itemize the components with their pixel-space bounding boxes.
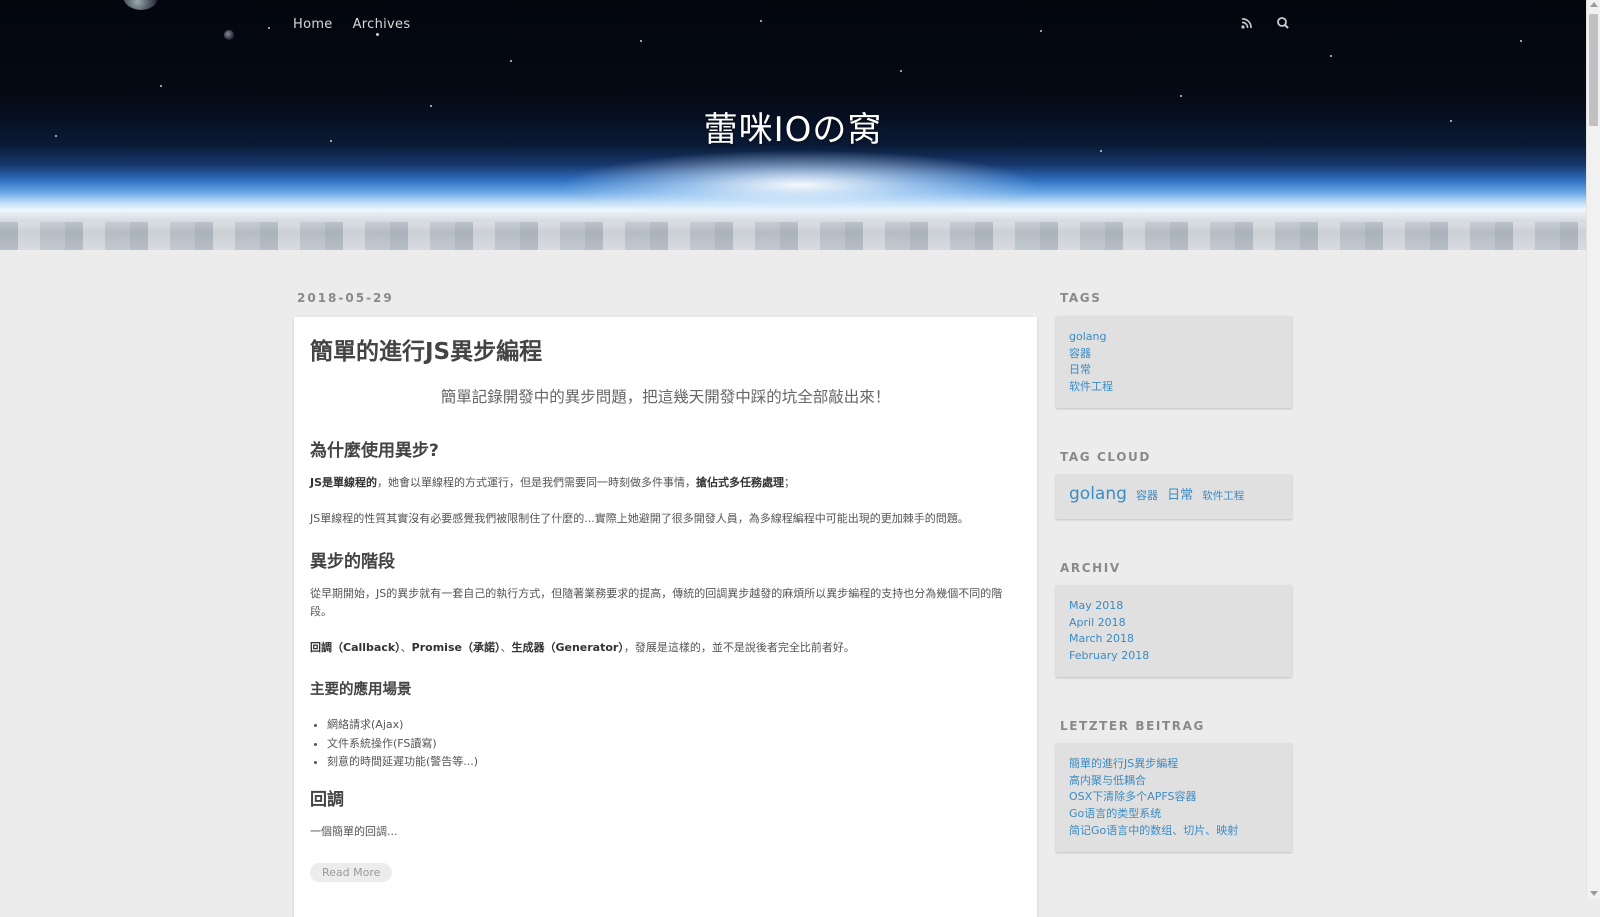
nav-home-link[interactable]: Home bbox=[293, 17, 333, 32]
tag-link[interactable]: 日常 bbox=[1069, 362, 1279, 379]
star bbox=[1520, 40, 1522, 42]
archive-link[interactable]: March 2018 bbox=[1069, 631, 1279, 648]
post-card: 簡單的進行JS異步編程 簡單記錄開發中的異步問題，把這幾天開發中踩的坑全部敲出來… bbox=[294, 317, 1037, 917]
tags-title: TAGS bbox=[1060, 291, 1102, 305]
star bbox=[1330, 55, 1332, 57]
paragraph: 回調（Callback）、Promise（承諾）、生成器（Generator），… bbox=[310, 639, 1020, 657]
star bbox=[376, 33, 379, 36]
search-icon[interactable] bbox=[1274, 14, 1292, 32]
recent-post-link[interactable]: 簡單的進行JS異步編程 bbox=[1069, 756, 1279, 773]
text: 、 bbox=[500, 641, 512, 654]
tag-link[interactable]: 容器 bbox=[1069, 346, 1279, 363]
tag-cloud-title: TAG CLOUD bbox=[1060, 450, 1151, 464]
paragraph: 一個簡單的回調... bbox=[310, 825, 398, 838]
star bbox=[510, 60, 512, 62]
recent-posts-title: LETZTER BEITRAG bbox=[1060, 719, 1205, 733]
bold-text: 生成器（Generator） bbox=[511, 641, 624, 654]
read-more-button[interactable]: Read More bbox=[310, 863, 393, 882]
header-banner: Home Archives 蕾咪IOの窝 bbox=[0, 0, 1586, 250]
tag-cloud-box: golang 容器 日常 软件工程 bbox=[1056, 474, 1292, 519]
star bbox=[760, 20, 762, 22]
section-heading: 主要的應用場景 bbox=[310, 682, 412, 698]
main-nav: Home Archives bbox=[293, 17, 410, 32]
bold-text: 搶佔式多任務處理 bbox=[696, 476, 785, 489]
nav-archives-link[interactable]: Archives bbox=[353, 17, 411, 32]
post-title[interactable]: 簡單的進行JS異步編程 bbox=[310, 332, 542, 366]
list-item: 文件系統操作(FS讀寫) bbox=[327, 735, 478, 754]
scroll-down-arrow-icon[interactable] bbox=[1590, 891, 1598, 896]
scrollbar[interactable] bbox=[1586, 0, 1600, 899]
tag-cloud-link[interactable]: 日常 bbox=[1167, 488, 1193, 505]
list-item: 刻意的時間延遲功能(警告等...) bbox=[327, 753, 478, 772]
rss-icon[interactable] bbox=[1238, 14, 1256, 32]
tag-cloud-link[interactable]: golang bbox=[1069, 486, 1127, 503]
nav-icons bbox=[1238, 14, 1292, 32]
scrollbar-thumb[interactable] bbox=[1589, 14, 1598, 126]
archive-link[interactable]: April 2018 bbox=[1069, 615, 1279, 632]
recent-post-link[interactable]: 简记Go语言中的数组、切片、映射 bbox=[1069, 823, 1279, 840]
paragraph: 從早期開始，JS的異步就有一套自己的執行方式，但隨著業務要求的提高，傳統的回調異… bbox=[310, 587, 1003, 618]
section-heading: 異步的階段 bbox=[310, 552, 395, 572]
section-heading: 回調 bbox=[310, 790, 344, 810]
moon-large bbox=[123, 0, 159, 10]
post-quote: 簡單記錄開發中的異步問題，把這幾天開發中踩的坑全部敲出來！ bbox=[440, 388, 891, 406]
earth-clouds bbox=[0, 222, 1586, 250]
bold-text: Promise（承諾） bbox=[411, 641, 501, 654]
tag-link[interactable]: 软件工程 bbox=[1069, 379, 1279, 396]
recent-post-link[interactable]: 高内聚与低耦合 bbox=[1069, 773, 1279, 790]
star bbox=[160, 85, 162, 87]
section-heading: 為什麼使用異步? bbox=[310, 441, 439, 461]
site-title[interactable]: 蕾咪IOの窝 bbox=[0, 102, 1586, 151]
archive-link[interactable]: February 2018 bbox=[1069, 648, 1279, 665]
paragraph: JS是單線程的，她會以單線程的方式運行，但是我們需要同一時刻做多件事情，搶佔式多… bbox=[310, 474, 1020, 492]
list-item: 網絡請求(Ajax) bbox=[327, 716, 478, 735]
scroll-up-arrow-icon[interactable] bbox=[1590, 2, 1598, 7]
tag-link[interactable]: golang bbox=[1069, 329, 1279, 346]
tag-cloud-link[interactable]: 容器 bbox=[1136, 488, 1158, 505]
text: ，發展是這樣的，並不是說後者完全比前者好。 bbox=[623, 641, 855, 654]
moon-small bbox=[224, 30, 234, 40]
recent-post-link[interactable]: OSX下清除多个APFS容器 bbox=[1069, 789, 1279, 806]
text: ； bbox=[784, 476, 796, 489]
tag-cloud-link[interactable]: 软件工程 bbox=[1202, 488, 1244, 505]
archive-title: ARCHIV bbox=[1060, 561, 1121, 575]
star bbox=[1040, 30, 1042, 32]
text: ，她會以單線程的方式運行，但是我們需要同一時刻做多件事情， bbox=[377, 476, 697, 489]
archive-box: May 2018 April 2018 March 2018 February … bbox=[1056, 585, 1292, 677]
star bbox=[900, 70, 902, 72]
tags-box: golang 容器 日常 软件工程 bbox=[1056, 316, 1292, 408]
star bbox=[640, 40, 642, 42]
bold-text: JS是單線程的 bbox=[310, 476, 378, 489]
post-date: 2018-05-29 bbox=[297, 291, 394, 305]
horizon-glow bbox=[560, 150, 1040, 220]
bold-text: 回調（Callback） bbox=[310, 641, 401, 654]
text: 、 bbox=[400, 641, 412, 654]
recent-posts-box: 簡單的進行JS異步編程 高内聚与低耦合 OSX下清除多个APFS容器 Go语言的… bbox=[1056, 743, 1292, 852]
star bbox=[268, 27, 270, 29]
recent-post-link[interactable]: Go语言的类型系统 bbox=[1069, 806, 1279, 823]
bullet-list: 網絡請求(Ajax) 文件系統操作(FS讀寫) 刻意的時間延遲功能(警告等...… bbox=[310, 716, 478, 772]
paragraph: JS單線程的性質其實沒有必要感覺我們被限制住了什麼的...實際上她避開了很多開發… bbox=[310, 512, 969, 525]
archive-link[interactable]: May 2018 bbox=[1069, 598, 1279, 615]
star bbox=[1180, 95, 1182, 97]
